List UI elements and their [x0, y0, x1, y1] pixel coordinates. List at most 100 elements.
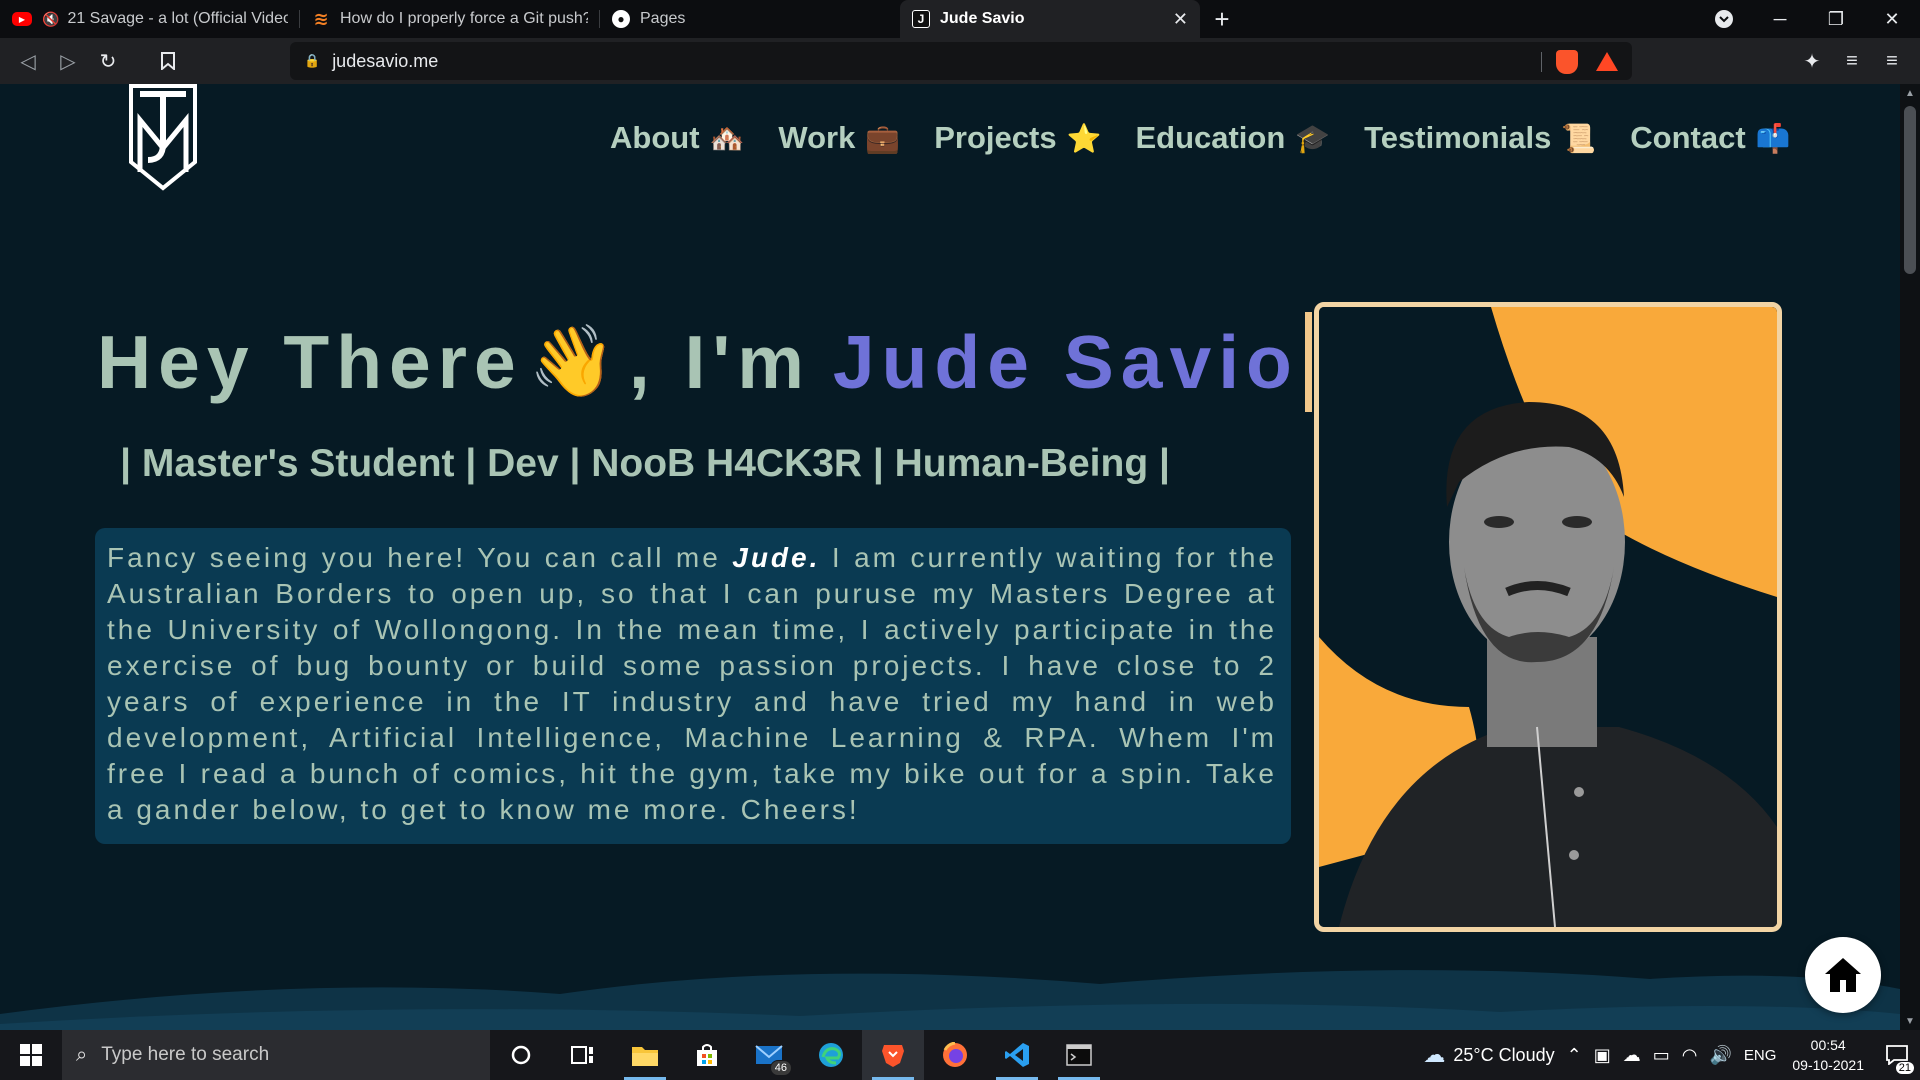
nav-work[interactable]: Work 💼 — [778, 120, 900, 156]
waving-hand-icon: 👋 — [528, 322, 623, 400]
bio-text-start: Fancy seeing you here! You can call me — [107, 542, 733, 573]
address-bar[interactable]: 🔒 judesavio.me — [290, 42, 1632, 80]
page-scrollbar[interactable]: ▲ ▼ — [1900, 84, 1920, 1030]
divider — [1541, 52, 1542, 72]
scroll-down-arrow-icon[interactable]: ▼ — [1900, 1012, 1920, 1030]
jm-monogram-icon — [129, 84, 197, 191]
close-tab-icon[interactable]: ✕ — [1173, 9, 1188, 30]
tab-jude-savio[interactable]: J Jude Savio ✕ — [900, 0, 1200, 38]
lock-icon: 🔒 — [304, 53, 321, 68]
brave-rewards-icon[interactable] — [1596, 52, 1618, 71]
tab-youtube[interactable]: ▶ 🔇 21 Savage - a lot (Official Video) f… — [0, 0, 300, 38]
file-explorer-button[interactable] — [614, 1030, 676, 1080]
edge-button[interactable] — [800, 1030, 862, 1080]
bio-highlight: Jude. — [732, 542, 821, 573]
brave-shields-icon[interactable] — [1556, 50, 1578, 74]
web-page: About 🏘️ Work 💼 Projects ⭐ Education 🎓 Testi… — [0, 84, 1900, 1030]
terminal-icon — [1066, 1044, 1092, 1066]
close-window-button[interactable]: ✕ — [1864, 0, 1920, 38]
volume-icon[interactable]: 🔊 — [1709, 1045, 1731, 1066]
bio-text-rest: I am currently waiting for the Australia… — [107, 542, 1277, 825]
language-indicator[interactable]: ENG — [1744, 1047, 1777, 1064]
nav-testimonials[interactable]: Testimonials 📜 — [1364, 120, 1596, 156]
cloud-icon: ☁ — [1423, 1042, 1446, 1067]
github-icon: ● — [612, 10, 630, 28]
show-hidden-icons-button[interactable]: ⌃ — [1567, 1045, 1582, 1066]
site-logo[interactable] — [126, 84, 200, 192]
browser-tab-bar: ▶ 🔇 21 Savage - a lot (Official Video) f… — [0, 0, 1920, 38]
edge-browser-icon — [819, 1043, 843, 1067]
weather-widget[interactable]: ☁ 25°C Cloudy — [1423, 1042, 1554, 1068]
taskbar-search-box[interactable]: ⌕ Type here to search — [62, 1030, 490, 1080]
start-button[interactable] — [0, 1030, 62, 1080]
windows-logo-icon — [20, 1044, 42, 1066]
mail-unread-badge: 46 — [769, 1060, 792, 1076]
media-controls-button[interactable]: ≡ — [1832, 41, 1872, 81]
reload-button[interactable]: ↻ — [88, 41, 128, 81]
scroll-thumb[interactable] — [1904, 106, 1916, 274]
restore-button[interactable]: ❐ — [1808, 0, 1864, 38]
microsoft-store-button[interactable] — [676, 1030, 738, 1080]
bookmark-button[interactable] — [148, 41, 188, 81]
chevron-up-icon: ⌃ — [1566, 1044, 1582, 1065]
task-view-button[interactable] — [552, 1030, 614, 1080]
tab-search-button[interactable] — [1696, 0, 1752, 38]
task-view-icon — [571, 1046, 593, 1064]
mailbox-icon: 📫 — [1755, 122, 1791, 154]
url-text: judesavio.me — [332, 50, 439, 71]
tab-stackoverflow[interactable]: ≋ How do I properly force a Git push? - … — [300, 0, 600, 38]
typing-cursor — [1304, 312, 1312, 412]
tab-title: Jude Savio — [940, 10, 1025, 27]
scroll-to-top-button[interactable] — [1805, 937, 1881, 1013]
action-center-button[interactable]: 21 — [1874, 1030, 1920, 1080]
menu-button[interactable]: ≡ — [1872, 41, 1912, 81]
scroll-up-arrow-icon[interactable]: ▲ — [1900, 84, 1920, 102]
hero-greeting: Hey There — [97, 320, 523, 404]
firefox-icon — [943, 1042, 967, 1067]
search-placeholder: Type here to search — [101, 1044, 270, 1065]
mail-button[interactable]: 46 — [738, 1030, 800, 1080]
vscode-button[interactable] — [986, 1030, 1048, 1080]
weather-text: 25°C Cloudy — [1453, 1044, 1555, 1065]
windows-taskbar: ⌕ Type here to search 46 ☁ 25°C Cloudy ⌃… — [0, 1030, 1920, 1080]
decorative-waves — [0, 970, 1900, 1030]
tab-title: How do I properly force a Git push? - S — [340, 10, 588, 27]
system-tray: ☁ 25°C Cloudy ⌃ ▣ ☁ ▭ ◠ 🔊 ENG 00:54 09-1… — [1417, 1030, 1920, 1080]
forward-button[interactable]: ▷ — [48, 41, 88, 81]
home-icon — [1825, 958, 1861, 992]
terminal-button[interactable] — [1048, 1030, 1110, 1080]
nav-education[interactable]: Education 🎓 — [1135, 120, 1330, 156]
nav-label: Education — [1135, 120, 1286, 155]
tab-title: 21 Savage - a lot (Official Video) ft — [67, 10, 288, 27]
clock-time: 00:54 — [1810, 1037, 1846, 1053]
tagline: | Master's Student | Dev | NooB H4CK3R |… — [120, 442, 1170, 485]
bookmark-icon — [161, 52, 175, 70]
nav-label: About — [610, 120, 700, 155]
nav-contact[interactable]: Contact 📫 — [1630, 120, 1790, 156]
tab-github-pages[interactable]: ● Pages — [600, 0, 900, 38]
device-icon[interactable]: ▣ — [1594, 1045, 1611, 1066]
battery-icon[interactable]: ▭ — [1653, 1045, 1670, 1066]
minimize-button[interactable]: ─ — [1752, 0, 1808, 38]
brave-lion-icon — [882, 1045, 904, 1067]
brave-browser-button[interactable] — [862, 1030, 924, 1080]
clock-date: 09-10-2021 — [1792, 1057, 1864, 1073]
nav-label: Projects — [934, 120, 1057, 155]
back-button[interactable]: ◁ — [8, 41, 48, 81]
profile-photo — [1314, 302, 1782, 932]
cortana-button[interactable] — [490, 1030, 552, 1080]
wifi-icon[interactable]: ◠ — [1682, 1045, 1698, 1066]
new-tab-button[interactable]: + — [1200, 0, 1244, 38]
firefox-button[interactable] — [924, 1030, 986, 1080]
nav-projects[interactable]: Projects ⭐ — [934, 120, 1101, 156]
tab-title: Pages — [640, 10, 686, 27]
notification-count: 21 — [1895, 1062, 1914, 1074]
onedrive-cloud-icon[interactable]: ☁ — [1623, 1045, 1641, 1066]
briefcase-icon: 💼 — [865, 122, 901, 154]
hero-name: Jude Savio — [832, 320, 1299, 404]
extensions-button[interactable]: ✦ — [1792, 41, 1832, 81]
scroll-icon: 📜 — [1561, 122, 1597, 154]
nav-about[interactable]: About 🏘️ — [610, 120, 744, 156]
clock[interactable]: 00:54 09-10-2021 — [1792, 1035, 1864, 1075]
muted-speaker-icon[interactable]: 🔇 — [42, 11, 59, 28]
